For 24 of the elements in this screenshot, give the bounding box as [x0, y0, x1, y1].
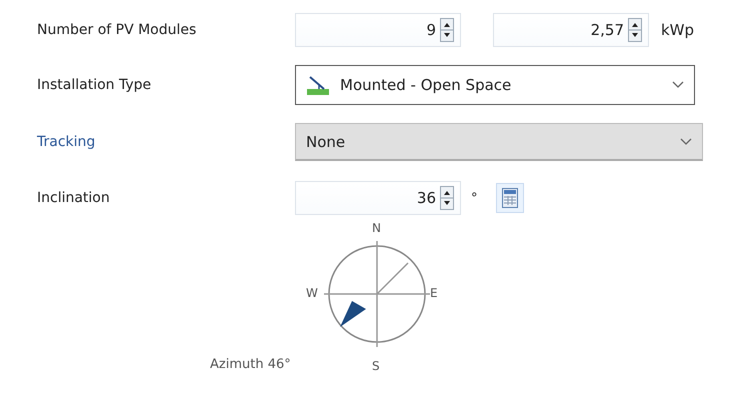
field-label: Tracking	[37, 134, 96, 150]
calculator-icon	[502, 188, 518, 208]
azimuth-label: Azimuth 46°	[210, 357, 291, 372]
compass-letter: S	[372, 359, 380, 373]
spin-arrows-icon[interactable]	[440, 18, 454, 42]
calculator-button[interactable]	[496, 183, 524, 213]
unit-label: °	[471, 190, 478, 206]
compass-letter: E	[430, 286, 438, 300]
compass-letter: W	[306, 286, 318, 300]
mounted-panel-icon	[306, 75, 330, 95]
chevron-down-icon	[672, 81, 684, 89]
field-label: Installation Type	[37, 77, 152, 93]
module-count-field[interactable]: 9	[295, 13, 461, 47]
chevron-down-icon	[680, 138, 692, 146]
spin-arrows-icon[interactable]	[628, 18, 642, 42]
field-label: Inclination	[37, 190, 111, 206]
inclination-field[interactable]: 36	[295, 181, 461, 215]
compass-letter: N	[372, 221, 381, 235]
installation-type-dropdown[interactable]: Mounted - Open Space	[295, 65, 695, 105]
unit-label: kWp	[661, 21, 694, 39]
field-label: Number of PV Modules	[37, 22, 198, 38]
compass-drawing[interactable]	[322, 239, 432, 349]
spin-arrows-icon[interactable]	[440, 186, 454, 210]
power-field[interactable]: 2,57	[493, 13, 649, 47]
